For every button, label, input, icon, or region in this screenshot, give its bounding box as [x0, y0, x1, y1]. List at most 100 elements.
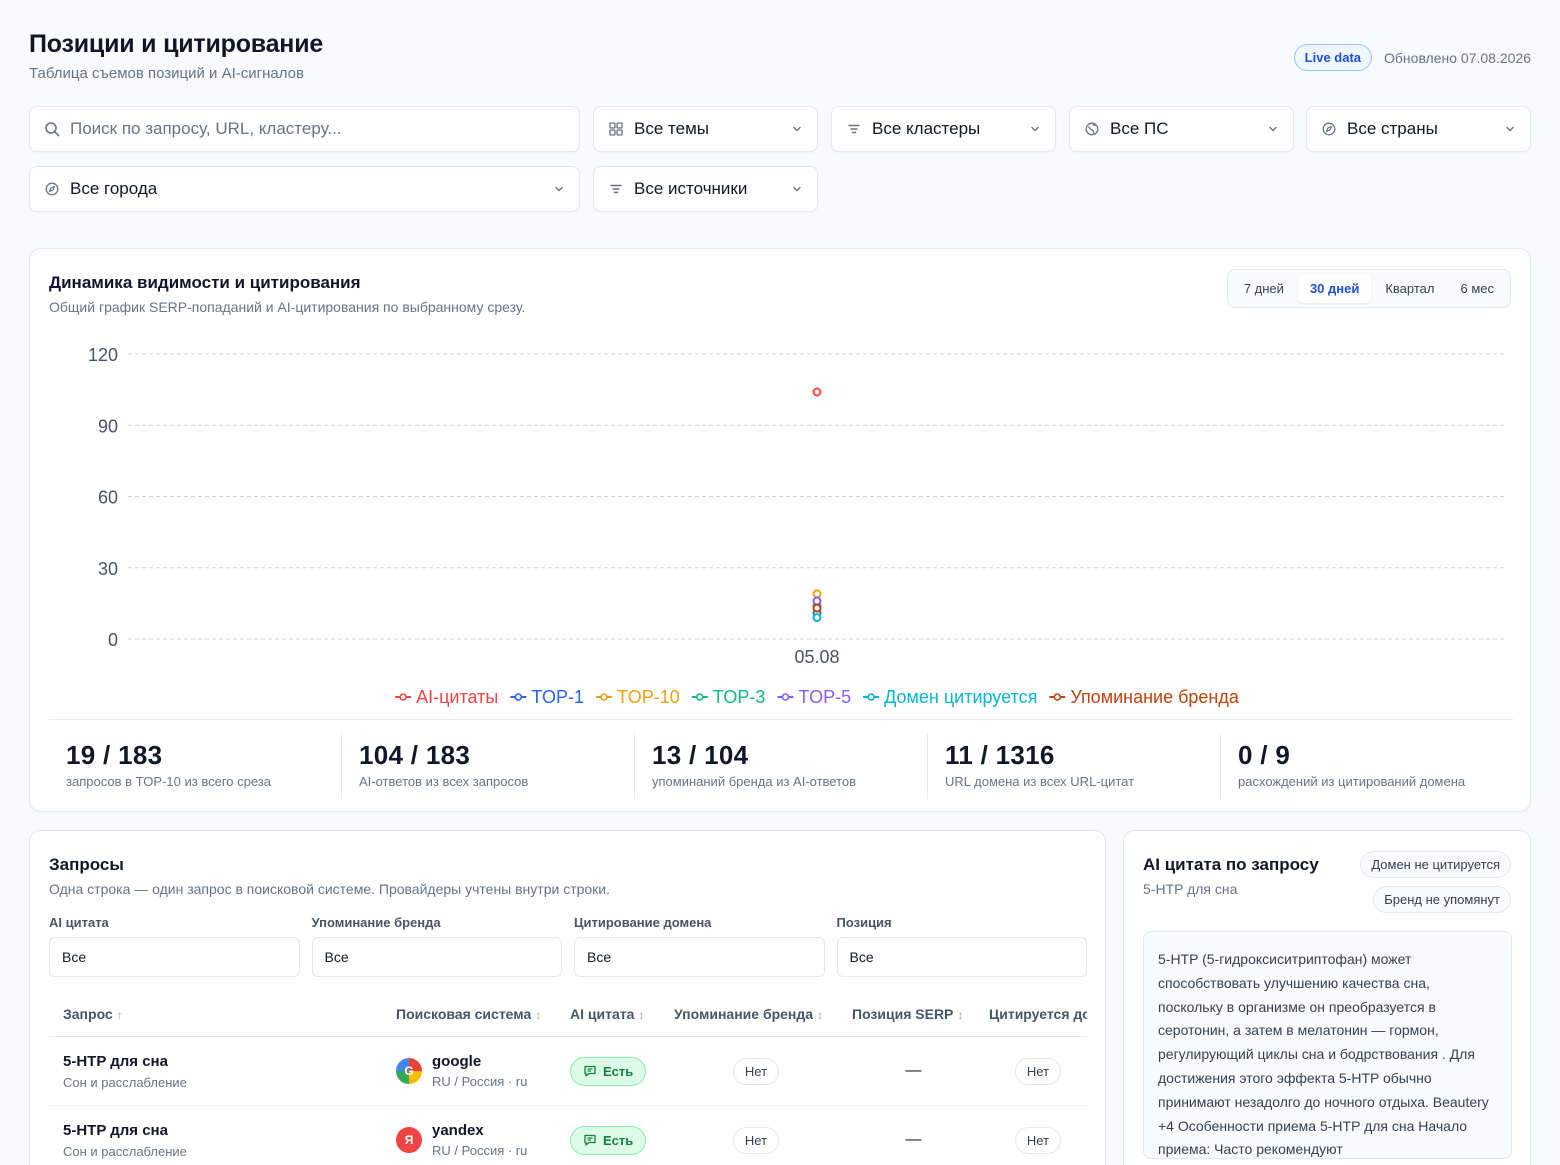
serp-position-value: — — [905, 1131, 922, 1148]
cities-select[interactable]: Все города — [29, 166, 580, 212]
column-query[interactable]: Запрос ↑ — [49, 1006, 382, 1022]
data-point[interactable] — [812, 387, 822, 397]
page-header: Позиции и цитирование Таблица съемов поз… — [29, 30, 1531, 90]
topics-select[interactable]: Все темы — [593, 106, 818, 152]
legend-marker — [781, 693, 790, 701]
ai-citation-label: Есть — [603, 1063, 634, 1079]
legend-item[interactable]: TOP-10 — [596, 687, 680, 707]
sources-select[interactable]: Все источники — [593, 166, 818, 212]
ai-panel-header: AI цитата по запросу 5-HTP для сна — [1143, 855, 1319, 897]
column-label: Поисковая система — [396, 1005, 532, 1022]
domain-citation-select[interactable]: Все — [574, 937, 825, 977]
search-input[interactable] — [70, 119, 565, 139]
query-topic: Сон и расслабление — [63, 1143, 187, 1159]
stat-ai-answers: 104 / 183 AI-ответов из всех запросов — [341, 734, 634, 799]
engines-select-value: Все ПС — [1110, 119, 1169, 138]
filter-icon — [846, 121, 862, 137]
position-select[interactable]: Все — [836, 937, 1087, 977]
brand-status-badge: Бренд не упомянут — [1373, 886, 1511, 913]
brand-mention-cell: Нет — [660, 1057, 838, 1085]
google-logo-icon: G — [396, 1058, 422, 1084]
legend-item[interactable]: Упоминание бренда — [1049, 687, 1240, 707]
countries-select[interactable]: Все страны — [1306, 106, 1531, 152]
y-tick-label: 30 — [98, 559, 118, 579]
ai-citation-cell: Есть — [556, 1125, 660, 1155]
column-engine[interactable]: Поисковая система ↕ — [382, 1006, 556, 1022]
sort-icon: ↕ — [535, 1007, 542, 1022]
column-serp-position[interactable]: Позиция SERP ↕ — [838, 1006, 975, 1022]
period-30-days[interactable]: 30 дней — [1297, 274, 1372, 303]
stat-value: 19 / 183 — [66, 740, 163, 770]
brand-mention-select[interactable]: Все — [311, 937, 562, 977]
sort-icon: ↕ — [957, 1007, 964, 1022]
data-point[interactable] — [812, 613, 822, 623]
chevron-down-icon — [1506, 126, 1514, 132]
column-brand-mention[interactable]: Упоминание бренда ↕ — [660, 1006, 838, 1022]
visibility-chart-card: Динамика видимости и цитирования Общий г… — [29, 248, 1531, 812]
period-6-months[interactable]: 6 мес — [1448, 274, 1506, 303]
query-topic: Сон и расслабление — [63, 1074, 187, 1090]
legend-item[interactable]: Домен цитируется — [863, 687, 1037, 707]
compass-icon — [44, 181, 60, 197]
legend-label: TOP-5 — [798, 687, 851, 707]
period-quarter[interactable]: Квартал — [1373, 274, 1446, 303]
stat-label: URL домена из всех URL-цитат — [945, 774, 1135, 789]
ai-citation-select[interactable]: Все — [49, 937, 300, 977]
legend-label: Домен цитируется — [884, 687, 1037, 707]
clusters-select-value: Все кластеры — [872, 119, 981, 138]
live-data-badge: Live data — [1293, 44, 1373, 71]
data-point[interactable] — [812, 596, 822, 606]
chevron-down-icon — [1031, 126, 1039, 132]
period-7-days[interactable]: 7 дней — [1232, 274, 1296, 303]
engines-select[interactable]: Все ПС — [1069, 106, 1294, 152]
ai-answer-text: 5-HTP (5-гидроксиситриптофан) может спос… — [1143, 931, 1512, 1159]
message-icon — [584, 1065, 596, 1077]
chevron-down-icon — [555, 186, 563, 192]
stat-value: 104 / 183 — [359, 740, 471, 770]
legend-marker — [399, 693, 407, 701]
engine-cell: Я yandex RU / Россия · ru — [382, 1122, 556, 1158]
cited-badge: Нет — [1014, 1057, 1062, 1085]
legend-item[interactable]: TOP-5 — [777, 687, 851, 707]
engine-name: google — [432, 1053, 482, 1070]
legend-marker — [600, 693, 608, 701]
legend-item[interactable]: TOP-3 — [691, 687, 766, 707]
legend-item[interactable]: TOP-1 — [510, 687, 584, 707]
sort-icon: ↕ — [817, 1007, 824, 1022]
y-tick-label: 0 — [108, 630, 118, 650]
ai-citation-cell: Есть — [556, 1056, 660, 1086]
column-label: Позиция SERP — [852, 1005, 954, 1022]
column-label: AI цитата — [570, 1005, 635, 1022]
query-cell: 5-HTP для сна Сон и расслабление — [49, 1122, 382, 1159]
stat-discrepancies: 0 / 9 расхождений из цитирований домена — [1220, 734, 1513, 799]
table-header: Запрос ↑ Поисковая система ↕ AI цитата ↕ Уп… — [49, 991, 1087, 1037]
column-ai-citation[interactable]: AI цитата ↕ — [556, 1006, 660, 1022]
ai-panel-title: AI цитата по запросу — [1143, 855, 1319, 874]
legend-item[interactable]: AI-цитаты — [395, 687, 498, 707]
stat-label: запросов в TOP-10 из всего среза — [66, 774, 271, 789]
clusters-select[interactable]: Все кластеры — [831, 106, 1056, 152]
legend-marker — [695, 693, 704, 701]
search-icon — [44, 121, 60, 137]
table-row[interactable]: 5-HTP для сна Сон и расслабление Я yande… — [49, 1106, 1087, 1165]
stat-value: 11 / 1316 — [945, 740, 1055, 770]
ai-citation-badge[interactable]: Есть — [570, 1125, 647, 1155]
data-point[interactable] — [812, 589, 822, 599]
brand-mention-badge: Нет — [732, 1126, 780, 1154]
ai-panel-query: 5-HTP для сна — [1143, 881, 1238, 897]
table-row[interactable]: 5-HTP для сна Сон и расслабление G googl… — [49, 1037, 1087, 1106]
queries-table: Запрос ↑ Поисковая система ↕ AI цитата ↕ Уп… — [49, 991, 1087, 1165]
search-box[interactable] — [29, 106, 580, 152]
queries-title: Запросы — [49, 855, 124, 874]
ai-citation-badge[interactable]: Есть — [570, 1056, 647, 1086]
filter-label: Цитирование домена — [574, 915, 712, 930]
engine-geo: RU / Россия · ru — [432, 1143, 528, 1158]
data-point[interactable] — [812, 603, 822, 613]
sort-asc-icon: ↑ — [116, 1007, 123, 1022]
position-filter: Позиция Все — [836, 915, 1087, 977]
stat-domain-urls: 11 / 1316 URL домена из всех URL-цитат — [927, 734, 1220, 799]
query-text: 5-HTP для сна — [63, 1052, 168, 1070]
stat-value: 0 / 9 — [1238, 740, 1291, 770]
column-cited[interactable]: Цитируется до — [975, 1006, 1087, 1022]
queries-card: Запросы Одна строка — один запрос в поис… — [29, 830, 1106, 1165]
